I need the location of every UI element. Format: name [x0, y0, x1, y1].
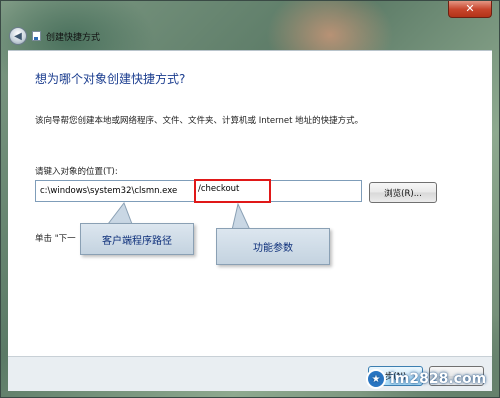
window-frame [0, 0, 500, 398]
